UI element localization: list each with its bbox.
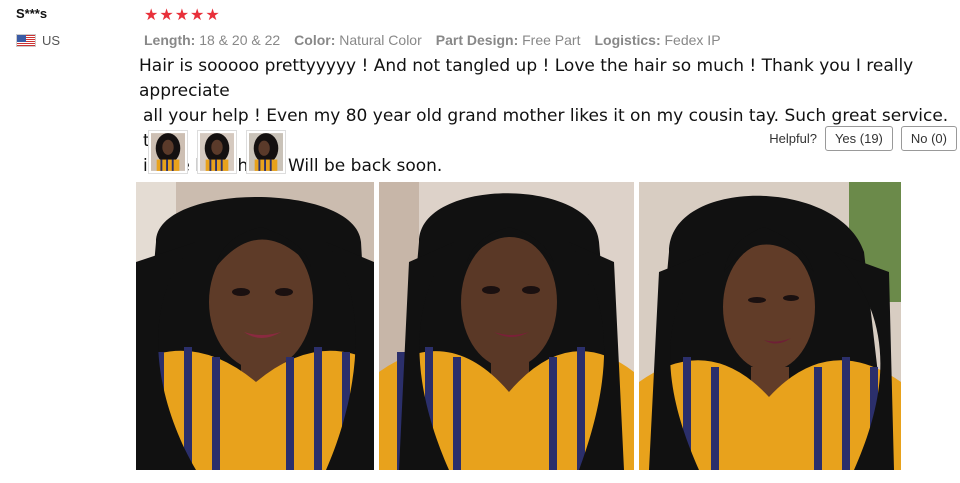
- review-photo-2[interactable]: [379, 182, 634, 470]
- helpful-label: Helpful?: [769, 131, 817, 146]
- attribute-value: Fedex IP: [664, 32, 721, 48]
- star-icon: ★: [159, 7, 174, 24]
- attribute-length: Length: 18 & 20 & 22: [144, 32, 280, 48]
- comment-line: Hair is sooooo prettyyyyy ! And not tang…: [139, 56, 914, 101]
- attribute-key: Color:: [294, 32, 336, 48]
- attribute-part-design: Part Design: Free Part: [436, 32, 581, 48]
- reviewer-country: US: [16, 33, 126, 48]
- star-rating: ★ ★ ★ ★ ★: [144, 6, 954, 26]
- helpful-yes-button[interactable]: Yes (19): [824, 126, 893, 151]
- review-photo-1[interactable]: [136, 182, 374, 470]
- order-attributes: Length: 18 & 20 & 22 Color: Natural Colo…: [144, 32, 954, 48]
- attribute-value: Free Part: [522, 32, 581, 48]
- reviewer-name: S***s: [16, 6, 48, 21]
- us-flag-icon: [16, 34, 36, 47]
- attribute-color: Color: Natural Color: [294, 32, 422, 48]
- star-icon: ★: [205, 7, 220, 24]
- star-icon: ★: [174, 7, 190, 24]
- helpful-votes: Helpful? Yes (19) No (0): [769, 126, 957, 151]
- attribute-key: Length:: [144, 32, 196, 48]
- helpful-no-button[interactable]: No (0): [900, 126, 957, 151]
- attribute-value: 18 & 20 & 22: [199, 32, 281, 48]
- photo-thumbnail-1[interactable]: [148, 130, 188, 174]
- attribute-value: Natural Color: [339, 32, 422, 48]
- review-photo-3[interactable]: [639, 182, 901, 470]
- star-icon: ★: [190, 7, 205, 24]
- photo-thumbnail-3[interactable]: [246, 130, 286, 174]
- reviewer-info: S***s US: [16, 6, 126, 48]
- attribute-logistics: Logistics: Fedex IP: [594, 32, 720, 48]
- country-code: US: [42, 33, 61, 48]
- attribute-key: Part Design:: [435, 32, 519, 48]
- star-icon: ★: [144, 7, 159, 24]
- attribute-key: Logistics:: [594, 32, 661, 48]
- photo-thumbnail-2[interactable]: [197, 130, 237, 174]
- photo-thumbnails: [148, 130, 286, 174]
